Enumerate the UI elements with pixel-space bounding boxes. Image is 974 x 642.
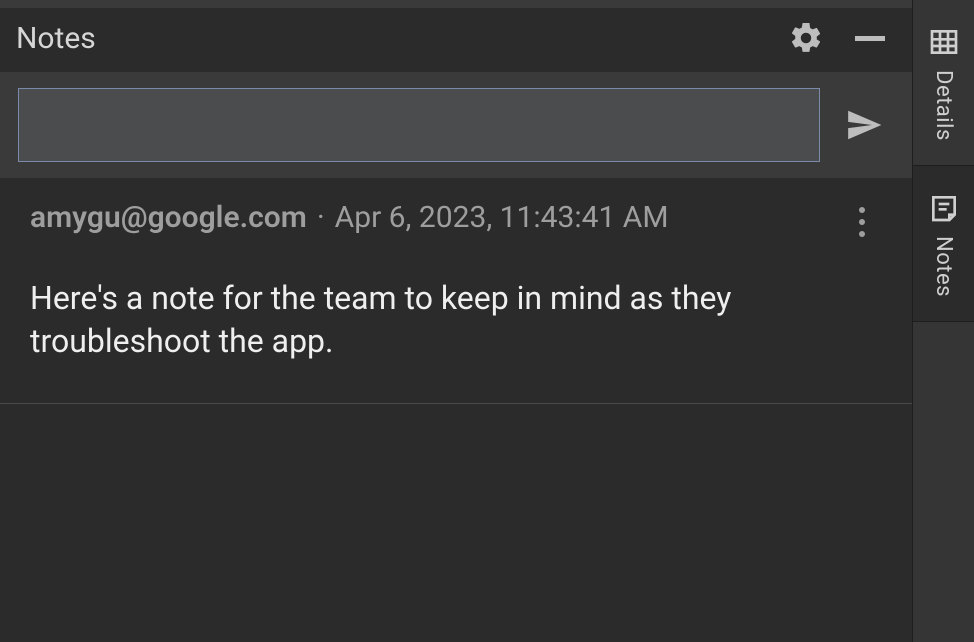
note-author: amygu@google.com: [30, 200, 307, 235]
note-meta: amygu@google.com · Apr 6, 2023, 11:43:41…: [30, 200, 888, 235]
note-body: Here's a note for the team to keep in mi…: [30, 277, 810, 363]
note-input[interactable]: [18, 88, 820, 162]
right-rail: Details Notes: [912, 0, 974, 642]
note-timestamp: Apr 6, 2023, 11:43:41 AM: [335, 200, 669, 235]
rail-spacer: [913, 322, 974, 642]
main-column: Notes amygu@googl: [0, 0, 912, 642]
send-button[interactable]: [842, 103, 886, 147]
meta-separator: ·: [317, 200, 325, 235]
minimize-icon: [855, 36, 885, 41]
tab-notes-label: Notes: [931, 236, 956, 297]
note-icon: [928, 192, 960, 224]
top-edge-strip: [0, 0, 912, 8]
panel-header: Notes: [0, 8, 912, 72]
minimize-button[interactable]: [852, 20, 888, 56]
tab-details-label: Details: [931, 70, 956, 141]
note-item: amygu@google.com · Apr 6, 2023, 11:43:41…: [0, 178, 912, 404]
panel-title: Notes: [16, 21, 788, 56]
note-compose-section: [0, 72, 912, 178]
header-actions: [788, 20, 896, 56]
send-icon: [845, 106, 883, 144]
notes-panel-root: Notes amygu@googl: [0, 0, 974, 642]
table-icon: [928, 26, 960, 58]
gear-icon: [788, 20, 824, 56]
note-more-button[interactable]: [850, 204, 874, 240]
settings-button[interactable]: [788, 20, 824, 56]
tab-notes[interactable]: Notes: [913, 166, 974, 322]
more-vert-icon: [859, 207, 865, 213]
tab-details[interactable]: Details: [913, 0, 974, 166]
